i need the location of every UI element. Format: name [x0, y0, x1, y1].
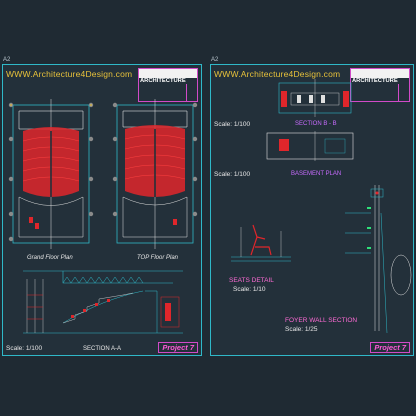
sheet-id: A2	[3, 57, 11, 63]
right-drawing-sheet: A2 WWW.Architecture4Design.com ARCHITECT…	[210, 57, 414, 356]
foyer-scale-label: Scale: 1/25	[285, 326, 318, 333]
top-floor-plan-label: TOP Floor Plan	[137, 255, 179, 261]
foyer-wall-section-drawing	[345, 185, 412, 334]
scale-label: Scale: 1/100	[6, 345, 43, 352]
scale-label: Scale: 1/100	[214, 121, 251, 128]
scale-label: Scale: 1/100	[214, 171, 251, 178]
section-b-b-drawing	[278, 79, 352, 117]
brand-text: ARCHITECTURE	[352, 78, 398, 84]
project-tag: Project 7	[370, 342, 410, 353]
top-floor-plan-drawing	[112, 99, 198, 249]
seats-detail-label: SEATS DETAIL	[229, 277, 274, 284]
section-b-b-label: SECTION B - B	[295, 121, 337, 127]
sheet-id: A2	[211, 57, 219, 63]
brand-text: ARCHITECTURE	[140, 78, 186, 84]
title-block: ARCHITECTURE	[138, 68, 198, 102]
title-block: ARCHITECTURE	[350, 68, 410, 102]
project-tag: Project 7	[158, 342, 198, 353]
ground-floor-plan-label: Grand Floor Plan	[27, 255, 73, 261]
basement-plan-drawing	[266, 131, 354, 161]
site-url: WWW.Architecture4Design.com	[6, 69, 133, 79]
seats-scale-label: Scale: 1/10	[233, 286, 266, 293]
section-a-a-drawing	[23, 270, 183, 334]
site-url: WWW.Architecture4Design.com	[214, 69, 341, 79]
seats-detail-drawing	[231, 224, 291, 262]
section-a-a-label: SECTION A-A	[83, 346, 122, 352]
ground-floor-plan-drawing	[8, 99, 94, 249]
left-drawing-sheet: A2 WWW.Architecture4Design.com ARCHITECT…	[2, 57, 202, 356]
basement-plan-label: BASEMENT PLAN	[291, 171, 342, 177]
foyer-section-label: FOYER WALL SECTION	[285, 317, 358, 324]
